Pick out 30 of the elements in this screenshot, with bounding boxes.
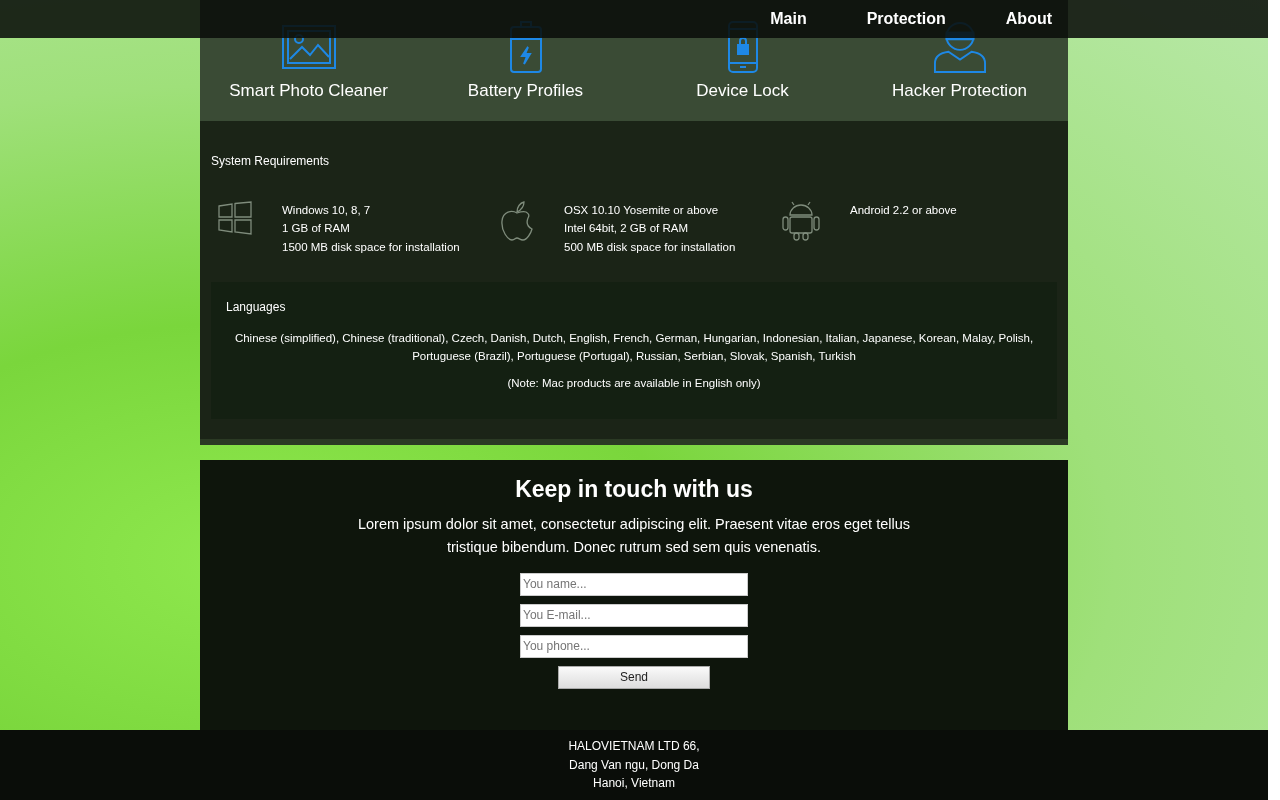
section-title: Languages	[226, 299, 287, 314]
input-field[interactable]: You E-mail...	[520, 603, 748, 627]
requirement-text: OSX 10.10 Yosemite or above	[564, 203, 720, 218]
requirement-text: 500 MB disk space for installation	[564, 239, 736, 255]
requirement-text: 1 GB of RAM	[282, 221, 351, 237]
nav-link[interactable]: Protection	[866, 10, 946, 28]
contact-heading: Keep in touch with us	[515, 475, 753, 503]
languages-note: (Note: Mac products are available in English only)	[506, 376, 762, 389]
requirement-text: Android 2.2 or above	[850, 203, 957, 218]
feature-label: Smart Photo Cleaner	[229, 81, 388, 101]
feature-label: Hacker Protection	[891, 81, 1028, 101]
address-text: HALOVIETNAM LTD 66,	[568, 738, 700, 756]
input-field[interactable]: You phone...	[520, 634, 748, 658]
nav-link[interactable]: About	[1005, 10, 1052, 28]
address-text: Hanoi, Vietnam	[593, 775, 675, 793]
android-robot-icon	[782, 201, 820, 241]
contact-text: Lorem ipsum dolor sit amet, consectetur adipiscing elit. Praesent vitae eros eget tellus tristique bibendum. Donec rutrum sed sem quis venenatis.	[356, 514, 912, 557]
windows-logo-icon	[218, 201, 252, 235]
requirement-text: Windows 10, 8, 7	[282, 203, 372, 218]
requirement-text: Intel 64bit, 2 GB of RAM	[564, 221, 689, 237]
requirement-text: 1500 MB disk space for installation	[282, 239, 460, 255]
send-button[interactable]: Send	[558, 665, 710, 689]
input-field[interactable]: You name...	[520, 572, 748, 596]
feature-label: Device Lock	[696, 81, 789, 101]
feature-label: Battery Profiles	[467, 81, 584, 101]
apple-logo-icon	[500, 201, 534, 241]
nav-link[interactable]: Main	[770, 10, 807, 28]
section-title: System Requirements	[211, 154, 331, 168]
languages-list: Chinese (simplified), Chinese (traditional), Czech, Danish, Dutch, English, French, German, Hungarian, Indonesian, Italian, Japanese, Korean, Malay, Polish, Portuguese (Brazil), Portuguese (Portugal), Russian, Serbian, Slovak, Spanish, Turkish	[226, 328, 1042, 365]
address-text: Dang Van ngu, Dong Da	[569, 756, 699, 774]
